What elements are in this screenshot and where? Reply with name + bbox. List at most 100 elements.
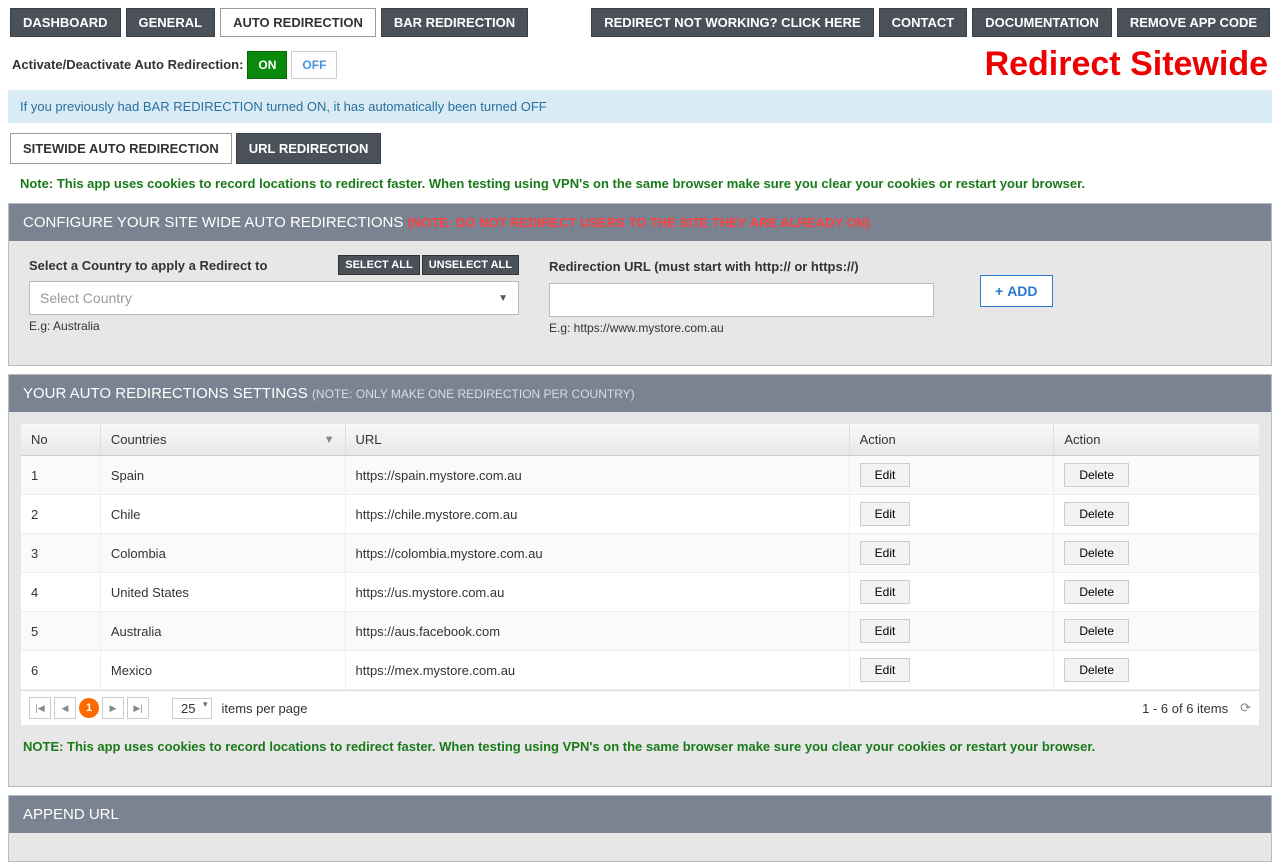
edit-button[interactable]: Edit <box>860 658 911 682</box>
info-banner: If you previously had BAR REDIRECTION tu… <box>8 90 1272 123</box>
settings-panel: YOUR AUTO REDIRECTIONS SETTINGS (NOTE: O… <box>8 374 1272 787</box>
unselect-all-button[interactable]: UNSELECT ALL <box>422 255 519 275</box>
edit-button[interactable]: Edit <box>860 541 911 565</box>
toggle-off-button[interactable]: OFF <box>291 51 337 79</box>
cell-no: 1 <box>21 456 101 494</box>
subtabs: SITEWIDE AUTO REDIRECTIONURL REDIRECTION <box>0 123 1280 172</box>
redirection-url-input[interactable] <box>549 283 934 317</box>
append-header: APPEND URL <box>9 796 1271 833</box>
nav-bar-redirection[interactable]: BAR REDIRECTION <box>381 8 528 37</box>
country-example: E.g: Australia <box>29 319 519 333</box>
configure-warn: (NOTE: DO NOT REDIRECT USERS TO THE SITE… <box>408 215 871 230</box>
append-panel: APPEND URL <box>8 795 1272 862</box>
edit-button[interactable]: Edit <box>860 463 911 487</box>
cell-delete: Delete <box>1054 534 1259 572</box>
table-row: 2Chilehttps://chile.mystore.com.auEditDe… <box>21 495 1259 534</box>
nav-right: REDIRECT NOT WORKING? CLICK HERECONTACTD… <box>591 8 1270 37</box>
delete-button[interactable]: Delete <box>1064 580 1129 604</box>
toggle-label: Activate/Deactivate Auto Redirection: <box>12 57 243 72</box>
subtab-url-redirection[interactable]: URL REDIRECTION <box>236 133 382 164</box>
col-action-edit: Action <box>850 424 1055 455</box>
cell-delete: Delete <box>1054 651 1259 689</box>
toggle-on-button[interactable]: ON <box>247 51 287 79</box>
cookie-note-2: NOTE: This app uses cookies to record lo… <box>21 725 1259 774</box>
cell-delete: Delete <box>1054 456 1259 494</box>
cell-no: 3 <box>21 534 101 572</box>
page-size-select[interactable]: 25 <box>172 698 212 719</box>
refresh-icon[interactable]: ⟳ <box>1240 700 1251 716</box>
cell-url: https://spain.mystore.com.au <box>346 456 850 494</box>
country-placeholder: Select Country <box>40 290 132 306</box>
cell-country: United States <box>101 573 346 611</box>
nav-remove-app-code[interactable]: REMOVE APP CODE <box>1117 8 1270 37</box>
cell-no: 4 <box>21 573 101 611</box>
toggle-row: Activate/Deactivate Auto Redirection: ON… <box>0 45 1280 90</box>
delete-button[interactable]: Delete <box>1064 541 1129 565</box>
chevron-down-icon: ▼ <box>498 293 508 304</box>
table-row: 4United Stateshttps://us.mystore.com.au E… <box>21 573 1259 612</box>
edit-button[interactable]: Edit <box>860 502 911 526</box>
nav-general[interactable]: GENERAL <box>126 8 216 37</box>
cell-country: Spain <box>101 456 346 494</box>
country-select[interactable]: Select Country ▼ <box>29 281 519 315</box>
pager-first-button[interactable]: |◀ <box>29 697 51 719</box>
configure-title: CONFIGURE YOUR SITE WIDE AUTO REDIRECTIO… <box>23 214 408 231</box>
cell-delete: Delete <box>1054 573 1259 611</box>
nav-auto-redirection[interactable]: AUTO REDIRECTION <box>220 8 376 37</box>
delete-button[interactable]: Delete <box>1064 502 1129 526</box>
settings-sub: (NOTE: ONLY MAKE ONE REDIRECTION PER COU… <box>312 387 635 401</box>
table-row: 6Mexicohttps://mex.mystore.com.au Edit Del… <box>21 651 1259 690</box>
edit-button[interactable]: Edit <box>860 580 911 604</box>
settings-header: YOUR AUTO REDIRECTIONS SETTINGS (NOTE: O… <box>9 375 1271 412</box>
nav-redirect-not-working-click-here[interactable]: REDIRECT NOT WORKING? CLICK HERE <box>591 8 873 37</box>
table-row: 1Spainhttps://spain.mystore.com.au Edit De… <box>21 456 1259 495</box>
col-no[interactable]: No <box>21 424 101 455</box>
col-url[interactable]: URL <box>346 424 850 455</box>
pager-current-page[interactable]: 1 <box>79 698 99 718</box>
cell-edit: Edit <box>850 651 1055 689</box>
pager-range: 1 - 6 of 6 items <box>1142 701 1228 716</box>
delete-button[interactable]: Delete <box>1064 658 1129 682</box>
table-row: 3Colombiahttps://colombia.mystore.com.au… <box>21 534 1259 573</box>
nav-contact[interactable]: CONTACT <box>879 8 968 37</box>
cookie-note: Note: This app uses cookies to record lo… <box>0 172 1280 203</box>
pager-next-button[interactable]: ▶ <box>102 697 124 719</box>
cell-country: Mexico <box>101 651 346 689</box>
filter-icon[interactable]: ▼ <box>324 434 335 446</box>
cell-edit: Edit <box>850 495 1055 533</box>
delete-button[interactable]: Delete <box>1064 463 1129 487</box>
nav-dashboard[interactable]: DASHBOARD <box>10 8 121 37</box>
add-label: ADD <box>1007 283 1037 299</box>
cell-no: 5 <box>21 612 101 650</box>
nav-documentation[interactable]: DOCUMENTATION <box>972 8 1112 37</box>
cell-country: Chile <box>101 495 346 533</box>
configure-panel: CONFIGURE YOUR SITE WIDE AUTO REDIRECTIO… <box>8 203 1272 366</box>
cell-delete: Delete <box>1054 612 1259 650</box>
cell-edit: Edit <box>850 534 1055 572</box>
cell-url: https://us.mystore.com.au <box>346 573 850 611</box>
cell-delete: Delete <box>1054 495 1259 533</box>
edit-button[interactable]: Edit <box>860 619 911 643</box>
cell-no: 6 <box>21 651 101 689</box>
cell-url: https://aus.facebook.com <box>346 612 850 650</box>
select-all-button[interactable]: SELECT ALL <box>338 255 419 275</box>
cell-country: Colombia <box>101 534 346 572</box>
subtab-sitewide-auto-redirection[interactable]: SITEWIDE AUTO REDIRECTION <box>10 133 232 164</box>
per-page-label: items per page <box>221 701 307 716</box>
redirections-table: No Countries ▼ URL Action Action 1Spainh… <box>21 424 1259 725</box>
col-countries[interactable]: Countries ▼ <box>101 424 346 455</box>
nav-left: DASHBOARDGENERALAUTO REDIRECTIONBAR REDI… <box>10 8 528 37</box>
table-row: 5Australiahttps://aus.facebook.comEditDe… <box>21 612 1259 651</box>
add-button[interactable]: + ADD <box>980 275 1053 307</box>
url-label: Redirection URL (must start with http://… <box>549 259 859 274</box>
country-label: Select a Country to apply a Redirect to <box>29 258 267 273</box>
delete-button[interactable]: Delete <box>1064 619 1129 643</box>
cell-url: https://mex.mystore.com.au <box>346 651 850 689</box>
pager-prev-button[interactable]: ◀ <box>54 697 76 719</box>
cell-url: https://colombia.mystore.com.au <box>346 534 850 572</box>
settings-title: YOUR AUTO REDIRECTIONS SETTINGS <box>23 385 312 402</box>
cell-edit: Edit <box>850 612 1055 650</box>
pager-last-button[interactable]: ▶| <box>127 697 149 719</box>
cell-edit: Edit <box>850 573 1055 611</box>
plus-icon: + <box>995 283 1003 299</box>
